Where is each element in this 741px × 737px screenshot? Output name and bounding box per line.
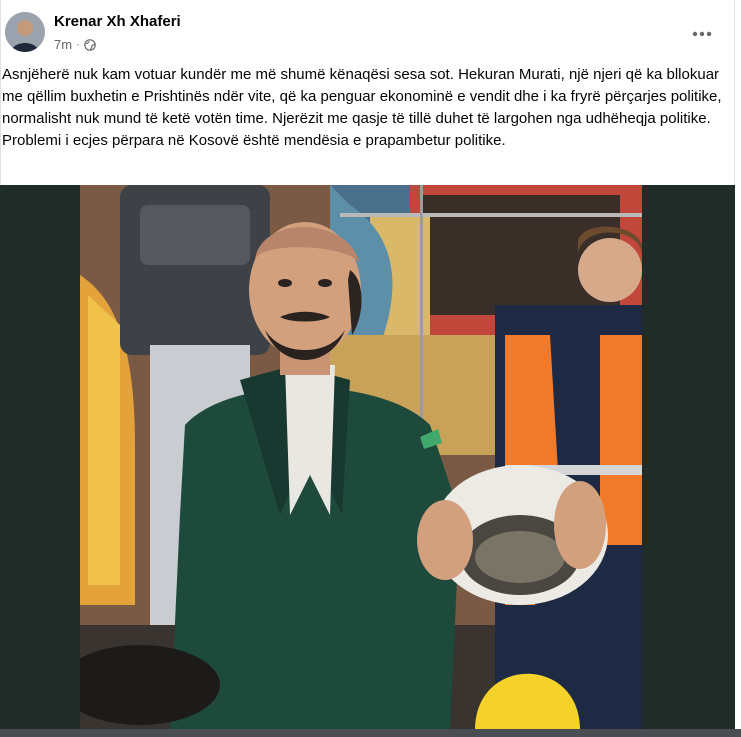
post-meta: 7m ·: [54, 37, 96, 52]
post-time[interactable]: 7m: [54, 37, 72, 52]
meta-separator: ·: [76, 38, 80, 51]
scroll-edge: [0, 729, 741, 737]
post-header: Krenar Xh Xhaferi 7m ·: [1, 0, 736, 62]
globe-icon[interactable]: [83, 38, 96, 51]
post-media[interactable]: [0, 185, 735, 737]
post-text: Asnjëherë nuk kam votuar kundër me më sh…: [2, 66, 722, 149]
author-name[interactable]: Krenar Xh Xhaferi: [54, 13, 181, 30]
more-options-button[interactable]: [684, 16, 720, 52]
more-horizontal-icon: [692, 31, 712, 37]
post-photo[interactable]: [80, 185, 642, 730]
author-avatar[interactable]: [5, 12, 45, 52]
